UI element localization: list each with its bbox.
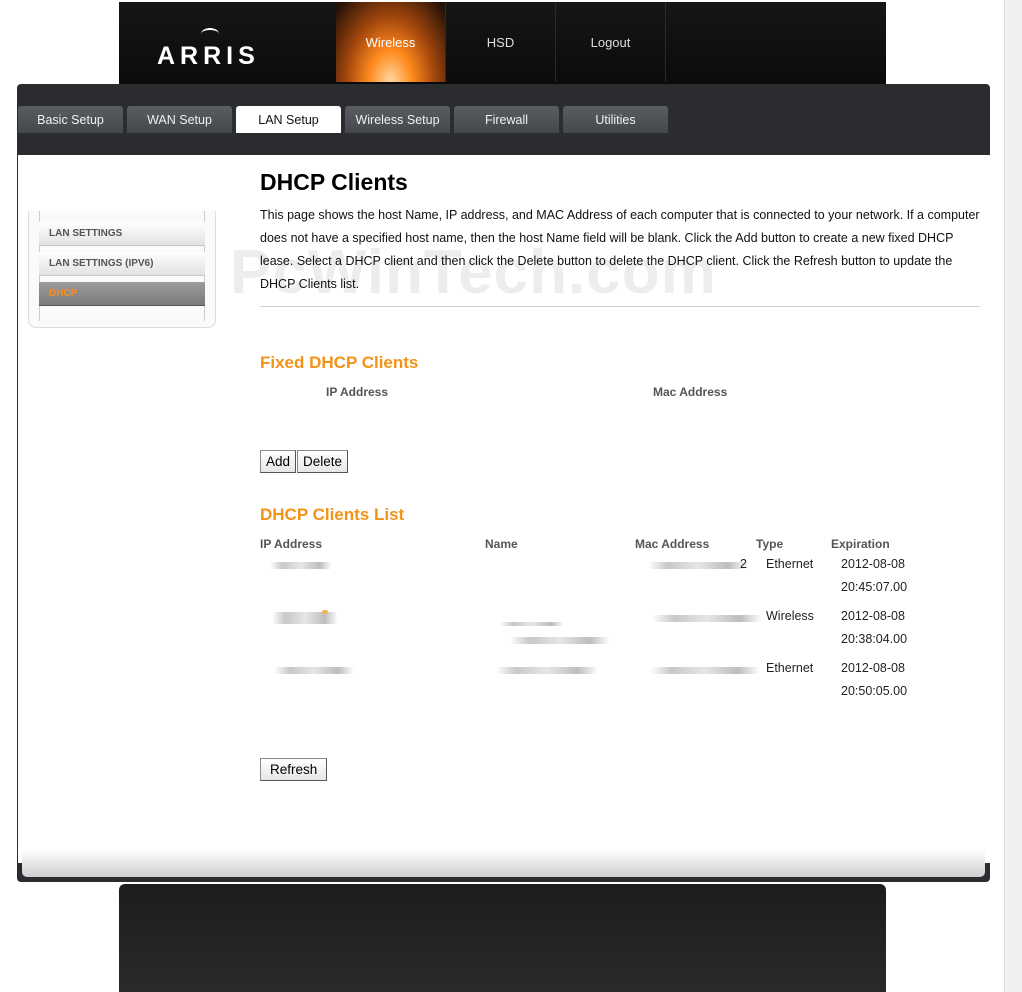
side-menu: LAN SETTINGS LAN SETTINGS (IPV6) DHCP xyxy=(28,211,216,328)
tab-wan-setup[interactable]: WAN Setup xyxy=(127,106,232,133)
frame-bottom-shade xyxy=(22,849,985,877)
top-nav-wireless[interactable]: Wireless xyxy=(336,2,446,82)
top-navigation: Wireless HSD Logout xyxy=(336,2,666,82)
redacted-name xyxy=(496,667,598,674)
main-frame: Basic Setup WAN Setup LAN Setup Wireless… xyxy=(17,84,990,882)
page-description: This page shows the host Name, IP addres… xyxy=(260,208,980,291)
tab-basic-setup[interactable]: Basic Setup xyxy=(18,106,123,133)
add-button[interactable]: Add xyxy=(260,450,297,473)
clients-list-title: DHCP Clients List xyxy=(260,505,405,524)
tab-wireless-setup[interactable]: Wireless Setup xyxy=(345,106,450,133)
redacted-ip xyxy=(272,612,338,624)
tab-lan-setup[interactable]: LAN Setup xyxy=(236,106,341,133)
fixed-col-mac-header: Mac Address xyxy=(653,385,728,399)
redacted-mac xyxy=(652,615,762,622)
side-item-lan-settings[interactable]: LAN SETTINGS xyxy=(39,222,205,246)
page-title: DHCP Clients xyxy=(260,169,408,195)
list-col-type-header: Type xyxy=(756,537,784,551)
refresh-button[interactable]: Refresh xyxy=(260,758,328,781)
row-exp-time: 20:50:05.00 xyxy=(841,684,908,698)
row-exp-time: 20:38:04.00 xyxy=(841,632,908,646)
row-exp-time: 20:45:07.00 xyxy=(841,580,908,594)
top-header: ARRIS Wireless HSD Logout xyxy=(119,2,886,84)
side-item-dhcp[interactable]: DHCP xyxy=(39,282,205,306)
row-type: Wireless xyxy=(766,609,814,623)
top-nav-hsd[interactable]: HSD xyxy=(446,2,556,82)
top-nav-logout[interactable]: Logout xyxy=(556,2,666,82)
list-col-ip-header: IP Address xyxy=(260,537,323,551)
logo-arc-icon xyxy=(201,28,219,40)
list-col-expiration-header: Expiration xyxy=(831,537,890,551)
side-item-lan-settings-ipv6[interactable]: LAN SETTINGS (IPV6) xyxy=(39,252,205,276)
delete-button[interactable]: Delete xyxy=(297,450,349,473)
redaction-artifact xyxy=(322,610,328,614)
row-type: Ethernet xyxy=(766,661,814,675)
redacted-ip xyxy=(270,562,332,569)
content-area: LAN SETTINGS LAN SETTINGS (IPV6) DHCP Pc… xyxy=(18,155,990,863)
redacted-mac xyxy=(648,562,748,569)
list-col-name-header: Name xyxy=(485,537,518,551)
tab-firewall[interactable]: Firewall xyxy=(454,106,559,133)
row-exp-date: 2012-08-08 xyxy=(841,661,905,675)
divider xyxy=(260,306,980,307)
bottom-footer xyxy=(119,884,886,992)
redacted-name xyxy=(510,637,610,644)
arris-logo: ARRIS xyxy=(157,42,260,70)
row-exp-date: 2012-08-08 xyxy=(841,557,905,571)
tab-utilities[interactable]: Utilities xyxy=(563,106,668,133)
row-exp-date: 2012-08-08 xyxy=(841,609,905,623)
redacted-ip xyxy=(274,667,354,674)
list-col-mac-header: Mac Address xyxy=(635,537,710,551)
vertical-scrollbar[interactable] xyxy=(1004,0,1022,992)
redacted-name xyxy=(500,622,564,626)
row-mac-tail: 2 xyxy=(740,557,747,571)
fixed-col-ip-header: IP Address xyxy=(326,385,389,399)
setup-tabs: Basic Setup WAN Setup LAN Setup Wireless… xyxy=(18,106,668,133)
row-type: Ethernet xyxy=(766,557,814,571)
redacted-mac xyxy=(650,667,760,674)
fixed-clients-title: Fixed DHCP Clients xyxy=(260,353,419,372)
